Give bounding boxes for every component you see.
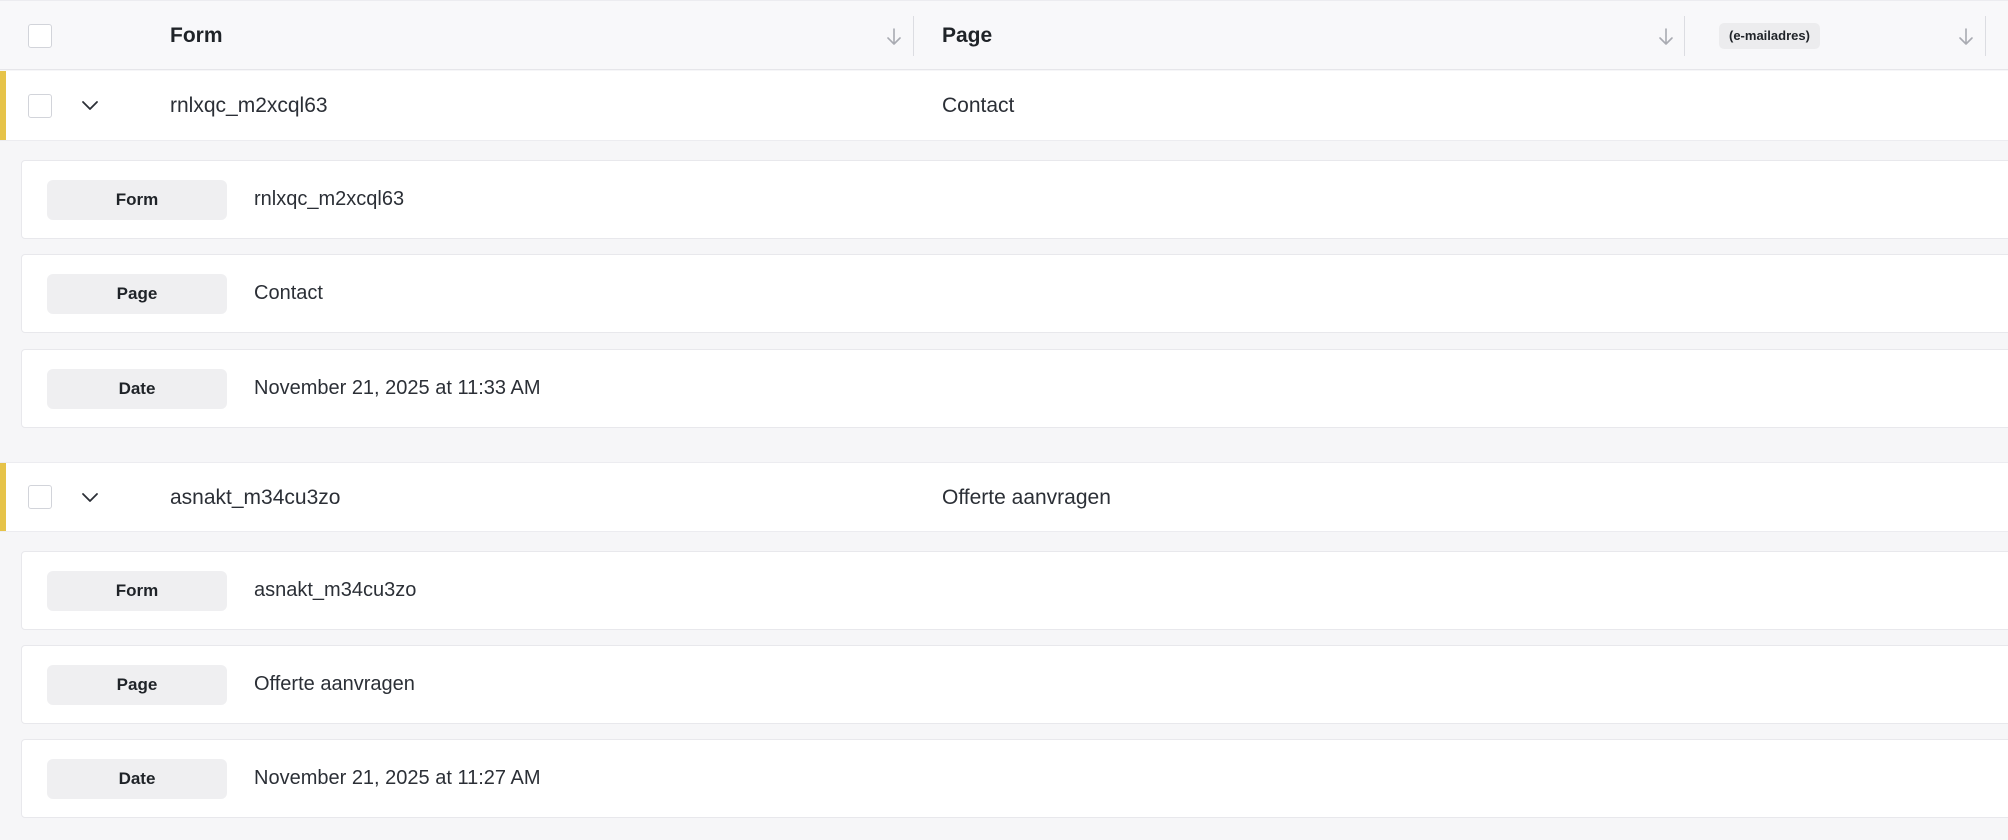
select-all-checkbox[interactable] bbox=[28, 24, 52, 48]
column-header-form[interactable]: Form bbox=[170, 24, 223, 48]
detail-item: Date November 21, 2025 at 11:27 AM bbox=[21, 739, 2008, 818]
column-divider[interactable] bbox=[1684, 16, 1685, 56]
detail-value: November 21, 2025 at 11:27 AM bbox=[254, 767, 541, 789]
detail-item: Form rnlxqc_m2xcql63 bbox=[21, 160, 2008, 239]
chevron-down-icon[interactable] bbox=[80, 487, 100, 507]
detail-value: Offerte aanvragen bbox=[254, 673, 415, 695]
detail-label: Form bbox=[47, 180, 227, 220]
row-checkbox[interactable] bbox=[28, 94, 52, 118]
cell-form: rnlxqc_m2xcql63 bbox=[170, 94, 328, 117]
detail-value: rnlxqc_m2xcql63 bbox=[254, 188, 405, 210]
detail-label: Form bbox=[47, 571, 227, 611]
detail-item: Form asnakt_m34cu3zo bbox=[21, 551, 2008, 630]
detail-label: Date bbox=[47, 759, 227, 799]
row-highlight-bar bbox=[0, 71, 6, 140]
sort-page-arrow-down-icon[interactable] bbox=[1656, 25, 1676, 49]
cell-page: Offerte aanvragen bbox=[942, 486, 1111, 509]
sort-email-arrow-down-icon[interactable] bbox=[1956, 25, 1976, 49]
detail-item: Page Offerte aanvragen bbox=[21, 645, 2008, 724]
column-divider[interactable] bbox=[913, 16, 914, 56]
row-highlight-bar bbox=[0, 463, 6, 531]
submissions-table: Form Page (e-mailadres) rnlxqc_m2xcql63 … bbox=[0, 0, 2008, 840]
detail-item: Date November 21, 2025 at 11:33 AM bbox=[21, 349, 2008, 428]
row-checkbox[interactable] bbox=[28, 485, 52, 509]
cell-form: asnakt_m34cu3zo bbox=[170, 486, 341, 509]
table-header: Form Page (e-mailadres) bbox=[0, 0, 2008, 70]
sort-form-arrow-down-icon[interactable] bbox=[884, 25, 904, 49]
table-row[interactable]: rnlxqc_m2xcql63 Contact bbox=[0, 71, 2008, 141]
detail-value: November 21, 2025 at 11:33 AM bbox=[254, 377, 541, 399]
detail-label: Page bbox=[47, 665, 227, 705]
detail-value: Contact bbox=[254, 282, 323, 304]
detail-value: asnakt_m34cu3zo bbox=[254, 579, 417, 601]
cell-page: Contact bbox=[942, 94, 1015, 117]
column-header-page[interactable]: Page bbox=[942, 24, 992, 48]
table-row[interactable]: asnakt_m34cu3zo Offerte aanvragen bbox=[0, 462, 2008, 532]
column-divider[interactable] bbox=[1985, 16, 1986, 56]
chevron-down-icon[interactable] bbox=[80, 95, 100, 115]
detail-label: Page bbox=[47, 274, 227, 314]
detail-label: Date bbox=[47, 369, 227, 409]
column-header-email-badge[interactable]: (e-mailadres) bbox=[1719, 23, 1820, 49]
detail-item: Page Contact bbox=[21, 254, 2008, 333]
